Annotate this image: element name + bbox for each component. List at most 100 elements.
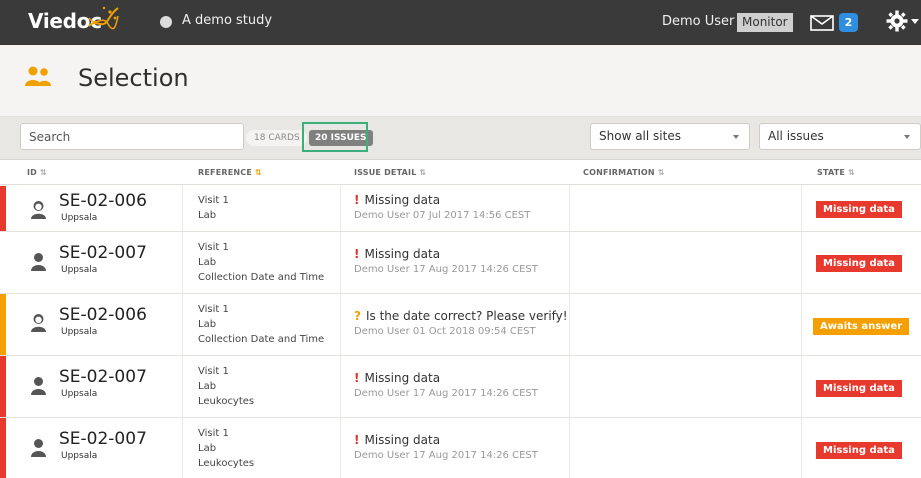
subject-site: Uppsala [61, 327, 98, 337]
table-row[interactable]: SE-02-007 Uppsala Visit 1 Lab Leukocytes… [0, 356, 921, 418]
chevron-down-icon[interactable] [911, 19, 919, 24]
column-divider [182, 186, 183, 231]
sort-icon[interactable]: ⇅ [255, 168, 262, 177]
sort-icon[interactable]: ⇅ [40, 168, 47, 177]
chevron-down-icon [733, 135, 739, 139]
issue-title[interactable]: ! Missing data [354, 247, 440, 261]
table-row[interactable]: SE-02-006 Uppsala Visit 1 Lab Collection… [0, 294, 921, 356]
top-navigation-bar: Viedoc A demo study Demo User Monitor 2 [0, 0, 921, 45]
sort-icon[interactable]: ⇅ [658, 168, 665, 177]
reference-line: Lab [198, 443, 217, 454]
column-divider [340, 232, 341, 293]
subject-id[interactable]: SE-02-007 [59, 429, 147, 449]
reference-line: Visit 1 [198, 428, 229, 439]
column-divider [801, 294, 802, 355]
required-icon: ! [354, 433, 360, 447]
issue-title-text: Is the date correct? Please verify! [365, 309, 568, 323]
row-accent [0, 356, 6, 417]
issue-title[interactable]: ! Missing data [354, 433, 440, 447]
role-badge[interactable]: Monitor [737, 13, 793, 32]
column-divider [801, 186, 802, 231]
column-header-id[interactable]: ID ⇅ [27, 168, 47, 177]
issues-select[interactable]: All issues [759, 123, 921, 150]
column-divider [569, 294, 570, 355]
cards-filter-chip[interactable]: 18 CARDS [246, 130, 307, 146]
subject-site: Uppsala [61, 451, 98, 461]
user-name[interactable]: Demo User [662, 14, 734, 29]
reference-line: Visit 1 [198, 242, 229, 253]
column-divider [569, 186, 570, 231]
issue-meta: Demo User 17 Aug 2017 14:26 CEST [354, 388, 538, 399]
subject-id[interactable]: SE-02-006 [59, 191, 147, 211]
column-header-state[interactable]: STATE ⇅ [817, 168, 855, 177]
issue-meta: Demo User 17 Aug 2017 14:26 CEST [354, 450, 538, 461]
issue-title[interactable]: ! Missing data [354, 371, 440, 385]
mail-icon[interactable] [810, 15, 834, 31]
column-header-label: ISSUE DETAIL [354, 168, 417, 177]
column-divider [801, 232, 802, 293]
column-header-label: CONFIRMATION [583, 168, 655, 177]
page-title: Selection [78, 64, 189, 92]
table-row[interactable]: SE-02-007 Uppsala Visit 1 Lab Collection… [0, 232, 921, 294]
column-header-label: ID [27, 168, 38, 177]
reference-line: Lab [198, 381, 217, 392]
status-badge: Missing data [816, 201, 902, 218]
issues-select-value: All issues [768, 129, 824, 143]
issues-chip-highlight [302, 122, 368, 152]
reference-line: Visit 1 [198, 304, 229, 315]
sort-icon[interactable]: ⇅ [420, 168, 427, 177]
subject-site: Uppsala [61, 213, 98, 223]
row-accent [0, 418, 6, 478]
column-header-issue-detail[interactable]: ISSUE DETAIL ⇅ [354, 168, 426, 177]
issue-title-text: Missing data [364, 371, 441, 385]
reference-line: Lab [198, 319, 217, 330]
subject-id[interactable]: SE-02-006 [59, 305, 147, 325]
column-divider [801, 418, 802, 478]
reference-line: Visit 1 [198, 195, 229, 206]
subject-site: Uppsala [61, 265, 98, 275]
gear-icon[interactable] [886, 10, 908, 32]
subject-id[interactable]: SE-02-007 [59, 367, 147, 387]
table-header: ID ⇅ REFERENCE ⇅ ISSUE DETAIL ⇅ CONFIRMATIO… [0, 161, 921, 185]
column-divider [182, 232, 183, 293]
reference-line: Leukocytes [198, 396, 255, 407]
column-divider [340, 418, 341, 478]
issue-title-text: Missing data [364, 433, 441, 447]
reference-line: Lab [198, 210, 217, 221]
column-divider [569, 356, 570, 417]
row-accent [0, 232, 6, 293]
study-name[interactable]: A demo study [182, 13, 272, 28]
search-input[interactable] [20, 123, 244, 150]
column-divider [340, 186, 341, 231]
sites-select[interactable]: Show all sites [590, 123, 750, 150]
sort-icon[interactable]: ⇅ [848, 168, 855, 177]
column-divider [801, 356, 802, 417]
row-accent [0, 186, 6, 231]
issue-title-text: Missing data [364, 247, 441, 261]
dna-logo-icon [88, 6, 119, 30]
status-badge: Missing data [816, 380, 902, 397]
column-divider [569, 418, 570, 478]
column-header-confirmation[interactable]: CONFIRMATION ⇅ [583, 168, 665, 177]
status-badge: Awaits answer [813, 318, 910, 335]
column-header-reference[interactable]: REFERENCE ⇅ [198, 168, 262, 177]
issue-meta: Demo User 17 Aug 2017 14:26 CEST [354, 264, 538, 275]
table-row[interactable]: SE-02-006 Uppsala Visit 1 Lab ! Missing d… [0, 186, 921, 232]
column-divider [182, 294, 183, 355]
column-divider [569, 232, 570, 293]
reference-line: Leukocytes [198, 458, 255, 469]
reference-line: Visit 1 [198, 366, 229, 377]
home-icon[interactable] [160, 16, 172, 28]
issue-title[interactable]: ! Missing data [354, 193, 440, 207]
required-icon: ! [354, 371, 360, 385]
row-accent [0, 294, 6, 355]
reference-line: Lab [198, 257, 217, 268]
table-row[interactable]: SE-02-007 Uppsala Visit 1 Lab Leukocytes… [0, 418, 921, 478]
status-badge: Missing data [816, 442, 902, 459]
subject-id[interactable]: SE-02-007 [59, 243, 147, 263]
reference-line: Collection Date and Time [198, 272, 325, 283]
issue-title[interactable]: ? Is the date correct? Please verify! [354, 309, 568, 323]
female-avatar-icon [31, 201, 46, 219]
male-avatar-icon [31, 439, 46, 457]
message-count-badge[interactable]: 2 [839, 13, 858, 32]
